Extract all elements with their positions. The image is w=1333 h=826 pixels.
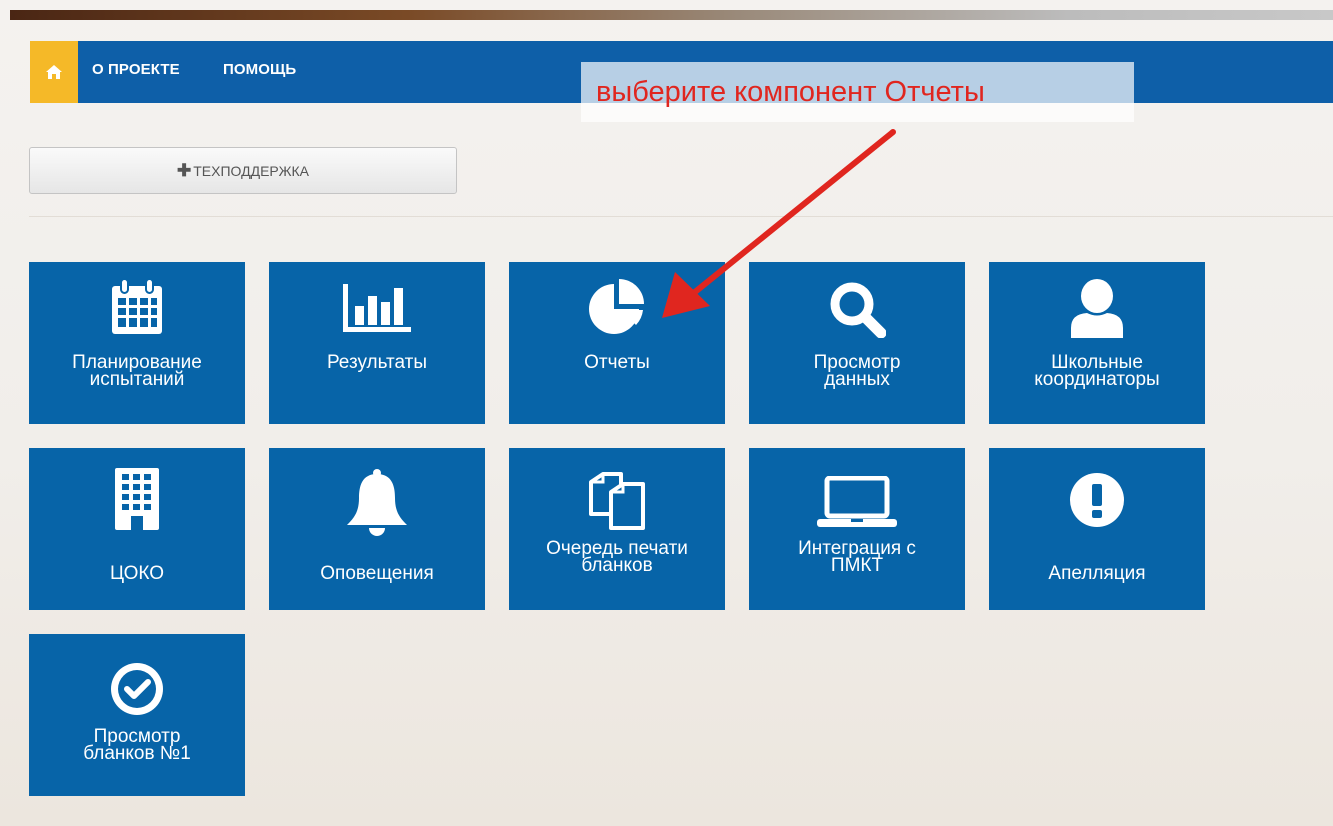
pie-chart-icon bbox=[589, 279, 644, 334]
tile-results[interactable]: Результаты bbox=[269, 262, 485, 424]
copy-icon bbox=[589, 472, 645, 530]
tile-planning[interactable]: Планирование испытаний bbox=[29, 262, 245, 424]
tile-school-coordinators[interactable]: Школьные координаторы bbox=[989, 262, 1205, 424]
instruction-text: выберите компонент Отчеты bbox=[596, 76, 985, 108]
tile-integration[interactable]: Интеграция с ПМКТ bbox=[749, 448, 965, 610]
bell-icon bbox=[347, 469, 407, 536]
support-label: ТЕХПОДДЕРЖКА bbox=[193, 162, 310, 179]
tile-label: Планирование испытаний bbox=[72, 352, 202, 390]
home-icon bbox=[46, 65, 62, 79]
support-button[interactable]: ✚ ТЕХПОДДЕРЖКА bbox=[29, 147, 457, 194]
tile-notifications[interactable]: Оповещения bbox=[269, 448, 485, 610]
bar-chart-icon bbox=[343, 284, 411, 332]
tile-print-queue[interactable]: Очередь печати бланков bbox=[509, 448, 725, 610]
tile-label: Очередь печати бланков bbox=[546, 538, 688, 576]
calendar-icon bbox=[112, 278, 162, 334]
tile-label: Просмотр бланков №1 bbox=[83, 726, 191, 764]
tile-blanks-view[interactable]: Просмотр бланков №1 bbox=[29, 634, 245, 796]
tile-label: Интеграция с ПМКТ bbox=[798, 538, 916, 576]
check-circle-icon bbox=[111, 663, 163, 715]
building-icon bbox=[115, 468, 159, 530]
tile-label: ЦОКО bbox=[109, 563, 165, 584]
tile-reports[interactable]: Отчеты bbox=[509, 262, 725, 424]
user-icon bbox=[1071, 279, 1123, 338]
tile-center[interactable]: ЦОКО bbox=[29, 448, 245, 610]
tile-label: Школьные координаторы bbox=[1034, 352, 1160, 390]
tile-label: Апелляция bbox=[1048, 563, 1146, 584]
home-button[interactable] bbox=[30, 41, 78, 103]
tile-data-view[interactable]: Просмотр данных bbox=[749, 262, 965, 424]
tile-appeal[interactable]: Апелляция bbox=[989, 448, 1205, 610]
search-icon bbox=[830, 282, 886, 338]
nav-about-link[interactable]: О ПРОЕКТЕ bbox=[92, 61, 180, 78]
laptop-icon bbox=[817, 476, 897, 527]
top-decorative-bar bbox=[10, 10, 1333, 20]
nav-help-link[interactable]: ПОМОЩЬ bbox=[223, 61, 296, 78]
tile-label: Оповещения bbox=[320, 563, 434, 584]
tile-label: Отчеты bbox=[584, 352, 650, 373]
tile-label: Результаты bbox=[326, 352, 428, 373]
plus-icon: ✚ bbox=[176, 160, 192, 180]
exclamation-icon bbox=[1070, 473, 1124, 527]
tile-label: Просмотр данных bbox=[813, 352, 901, 390]
divider bbox=[29, 216, 1333, 217]
